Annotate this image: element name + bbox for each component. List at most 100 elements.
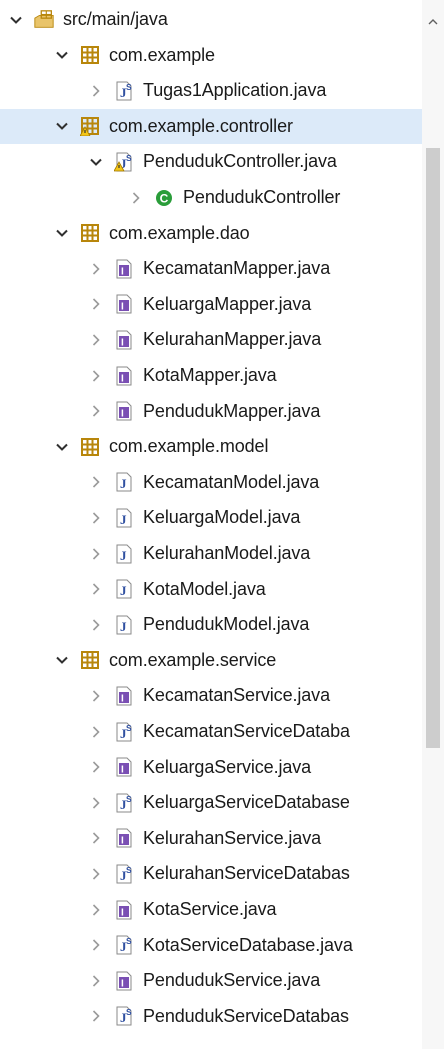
chevron-right-icon[interactable]: [88, 830, 104, 846]
svg-text:J: J: [120, 476, 127, 491]
tree-row[interactable]: J S KecamatanServiceDataba: [0, 714, 422, 749]
java-springboot-file-icon: JS: [113, 863, 135, 885]
tree-item-label: KotaService.java: [143, 899, 277, 919]
tree-row[interactable]: I KeluargaMapper.java: [0, 287, 422, 322]
svg-text:S: S: [126, 153, 132, 163]
svg-text:I: I: [121, 836, 124, 847]
scrollbar-thumb[interactable]: [426, 148, 440, 748]
tree-row[interactable]: J KecamatanModel.java: [0, 465, 422, 500]
interface-file-icon: I: [113, 685, 135, 707]
tree-item-label: com.example: [109, 44, 215, 65]
chevron-right-icon[interactable]: [88, 546, 104, 562]
tree-row[interactable]: com.example.model: [0, 429, 422, 464]
java-springboot-file-icon: JS: [113, 80, 135, 102]
java-springboot-file-icon: JS: [113, 792, 135, 814]
chevron-right-icon[interactable]: [88, 261, 104, 277]
svg-text:I: I: [121, 373, 124, 384]
chevron-right-icon[interactable]: [88, 510, 104, 526]
tree-item-label: KecamatanMapper.java: [143, 258, 331, 279]
chevron-right-icon[interactable]: [88, 688, 104, 704]
tree-item-label: KelurahanServiceDatabas: [143, 863, 350, 884]
chevron-right-icon[interactable]: [88, 581, 104, 597]
chevron-down-icon[interactable]: [54, 225, 70, 241]
svg-text:I: I: [121, 337, 124, 348]
tree-row[interactable]: com.example.dao: [0, 216, 422, 251]
tree-row[interactable]: com.example.service: [0, 643, 422, 678]
tree-row[interactable]: J S Tugas1Application.java: [0, 73, 422, 108]
chevron-down-icon[interactable]: [88, 154, 104, 170]
chevron-down-icon[interactable]: [54, 47, 70, 63]
tree-row[interactable]: J S PendudukController.java: [0, 144, 422, 179]
interface-file-icon: I: [113, 400, 135, 422]
svg-text:J: J: [120, 512, 127, 527]
tree-row[interactable]: C PendudukController: [0, 180, 422, 215]
svg-text:J: J: [120, 548, 127, 563]
tree-row[interactable]: J PendudukModel.java: [0, 607, 422, 642]
tree-row[interactable]: src/main/java: [0, 2, 422, 37]
tree-row[interactable]: J S KeluargaServiceDatabase: [0, 785, 422, 820]
svg-text:I: I: [121, 765, 124, 776]
java-file-icon: J: [113, 471, 135, 493]
chevron-down-icon[interactable]: [54, 652, 70, 668]
interface-file-icon: I: [113, 827, 135, 849]
package-icon: [79, 44, 101, 66]
tree-item-label: KotaServiceDatabase.java: [143, 934, 353, 955]
chevron-right-icon[interactable]: [88, 724, 104, 740]
tree-row[interactable]: I KecamatanService.java: [0, 678, 422, 713]
tree-item-label: KotaModel.java: [143, 578, 266, 599]
tree-row[interactable]: I PendudukService.java: [0, 963, 422, 998]
chevron-right-icon[interactable]: [88, 368, 104, 384]
java-file-icon: J: [113, 578, 135, 600]
tree-row[interactable]: J KeluargaModel.java: [0, 500, 422, 535]
java-springboot-file-icon: JS: [113, 1005, 135, 1027]
tree-item-label: PendudukServiceDatabas: [143, 1005, 349, 1026]
tree-row[interactable]: I KotaMapper.java: [0, 358, 422, 393]
tree-item-label: KelurahanMapper.java: [143, 329, 322, 350]
chevron-down-icon[interactable]: [8, 12, 24, 28]
tree-row[interactable]: J KotaModel.java: [0, 572, 422, 607]
tree-row[interactable]: J S KelurahanServiceDatabas: [0, 856, 422, 891]
package-icon: [79, 436, 101, 458]
chevron-right-icon[interactable]: [88, 937, 104, 953]
chevron-right-icon[interactable]: [88, 866, 104, 882]
package-explorer-tree[interactable]: src/main/java com.example J S Tugas1Applicat…: [0, 0, 422, 1049]
chevron-right-icon[interactable]: [88, 902, 104, 918]
scroll-up-arrow-icon[interactable]: [422, 0, 444, 44]
chevron-down-icon[interactable]: [54, 439, 70, 455]
svg-text:S: S: [126, 82, 132, 92]
interface-file-icon: I: [113, 899, 135, 921]
chevron-right-icon[interactable]: [88, 759, 104, 775]
tree-row[interactable]: I PendudukMapper.java: [0, 394, 422, 429]
chevron-right-icon[interactable]: [88, 973, 104, 989]
java-file-icon: J: [113, 614, 135, 636]
tree-row[interactable]: J KelurahanModel.java: [0, 536, 422, 571]
tree-row[interactable]: I KeluargaService.java: [0, 750, 422, 785]
svg-text:I: I: [121, 907, 124, 918]
chevron-down-icon[interactable]: [54, 118, 70, 134]
tree-row[interactable]: com.example.controller: [0, 108, 422, 144]
interface-file-icon: I: [113, 329, 135, 351]
chevron-right-icon[interactable]: [88, 1008, 104, 1024]
tree-row[interactable]: I KelurahanService.java: [0, 821, 422, 856]
tree-row[interactable]: I KotaService.java: [0, 892, 422, 927]
tree-item-label: KecamatanServiceDataba: [143, 721, 350, 741]
chevron-right-icon[interactable]: [128, 190, 144, 206]
tree-item-label: KotaMapper.java: [143, 365, 277, 385]
tree-item-label: KeluargaModel.java: [143, 507, 301, 528]
tree-row[interactable]: J S PendudukServiceDatabas: [0, 999, 422, 1034]
chevron-right-icon[interactable]: [88, 83, 104, 99]
vertical-scrollbar[interactable]: [422, 0, 444, 1049]
chevron-right-icon[interactable]: [88, 617, 104, 633]
tree-row[interactable]: J S KotaServiceDatabase.java: [0, 928, 422, 963]
tree-item-label: com.example.controller: [109, 115, 293, 136]
chevron-right-icon[interactable]: [88, 474, 104, 490]
chevron-right-icon[interactable]: [88, 795, 104, 811]
tree-row[interactable]: I KelurahanMapper.java: [0, 322, 422, 357]
interface-file-icon: I: [113, 970, 135, 992]
tree-row[interactable]: I KecamatanMapper.java: [0, 251, 422, 286]
svg-text:C: C: [160, 191, 169, 205]
tree-row[interactable]: com.example: [0, 38, 422, 73]
chevron-right-icon[interactable]: [88, 403, 104, 419]
chevron-right-icon[interactable]: [88, 332, 104, 348]
chevron-right-icon[interactable]: [88, 296, 104, 312]
